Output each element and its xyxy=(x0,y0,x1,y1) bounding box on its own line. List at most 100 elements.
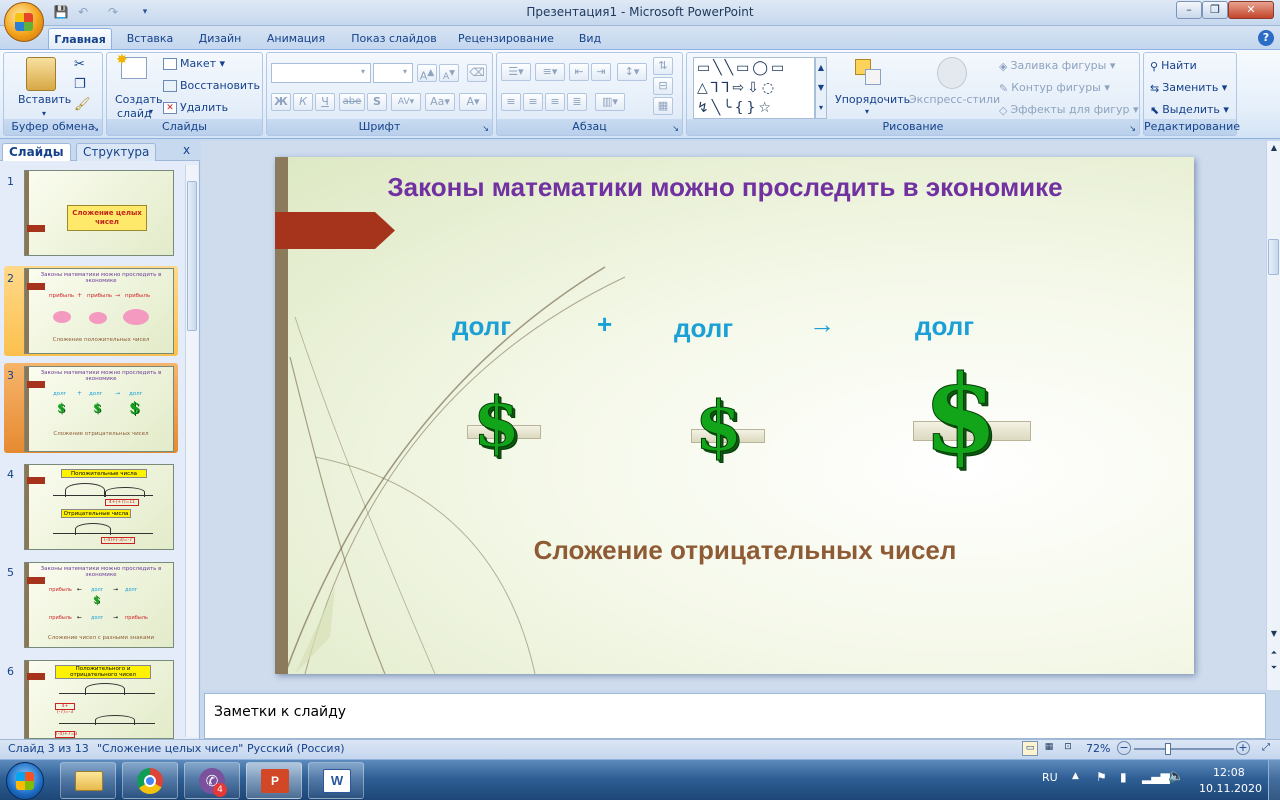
slide-thumbnail-1[interactable]: Сложение целых чисел xyxy=(24,170,174,256)
close-button[interactable]: ✕ xyxy=(1228,1,1274,19)
numbering-icon[interactable]: ≡▾ xyxy=(535,63,565,81)
slide-canvas[interactable]: Законы математики можно проследить в эко… xyxy=(275,157,1194,674)
replace-button[interactable]: ⇆ Заменить ▾ xyxy=(1150,81,1227,95)
find-button[interactable]: ⚲ Найти xyxy=(1150,59,1197,73)
slide-word-debt-1[interactable]: долг xyxy=(452,311,511,342)
zoom-level[interactable]: 72% xyxy=(1086,742,1110,755)
paste-dropdown-icon[interactable]: ▾ xyxy=(42,109,46,118)
status-language[interactable]: Русский (Россия) xyxy=(247,742,345,755)
zoom-in-icon[interactable]: + xyxy=(1236,741,1250,755)
slideshow-view-icon[interactable]: ⊡ xyxy=(1060,741,1076,756)
status-theme[interactable]: "Сложение целых чисел" xyxy=(97,742,243,755)
tray-language[interactable]: RU xyxy=(1042,771,1058,784)
dialog-launcher-icon[interactable]: ↘ xyxy=(672,124,679,133)
slide-word-debt-2[interactable]: долг xyxy=(674,313,733,344)
columns-icon[interactable]: ▥▾ xyxy=(595,93,625,111)
panel-scrollbar[interactable] xyxy=(185,165,198,737)
slide-sorter-icon[interactable]: ▦ xyxy=(1041,741,1057,756)
scroll-up-icon[interactable]: ▲ xyxy=(1268,141,1280,155)
dollar-image-3[interactable]: $ xyxy=(909,355,1039,483)
dollar-image-1[interactable]: $ xyxy=(433,385,543,471)
smartart-icon[interactable]: ▦ xyxy=(653,97,673,115)
dialog-launcher-icon[interactable]: ↘ xyxy=(92,124,99,133)
char-spacing-icon[interactable]: AV▾ xyxy=(391,93,421,111)
delete-button[interactable]: ✕ Удалить xyxy=(163,101,228,114)
shape-effects-button[interactable]: ◇ Эффекты для фигур ▾ xyxy=(999,103,1139,117)
slide-subtitle[interactable]: Сложение отрицательных чисел xyxy=(425,535,1065,566)
shadow-button[interactable]: S xyxy=(367,93,387,111)
paste-button[interactable]: Вставить xyxy=(18,93,71,106)
font-name-combobox[interactable] xyxy=(271,63,371,83)
taskbar-viber[interactable]: ✆ 4 xyxy=(184,762,240,799)
font-size-dropdown-icon[interactable]: ▾ xyxy=(403,67,407,76)
align-right-icon[interactable]: ≡ xyxy=(545,93,565,111)
shrink-font-icon[interactable]: A▼ xyxy=(439,64,459,82)
taskbar-chrome[interactable] xyxy=(122,762,178,799)
font-color-icon[interactable]: A▾ xyxy=(459,93,487,111)
help-icon[interactable]: ? xyxy=(1258,30,1274,46)
italic-button[interactable]: К xyxy=(293,93,313,111)
new-slide-button-line1[interactable]: Создать xyxy=(115,93,163,106)
tray-time[interactable]: 12:08 xyxy=(1213,766,1245,779)
normal-view-icon[interactable]: ▭ xyxy=(1022,741,1038,756)
increase-indent-icon[interactable]: ⇥ xyxy=(591,63,611,81)
arrange-button[interactable]: Упорядочить xyxy=(835,93,910,106)
line-spacing-icon[interactable]: ↕▾ xyxy=(617,63,647,81)
network-signal-icon[interactable]: ▂▄▆ xyxy=(1142,770,1170,784)
scroll-down-icon[interactable]: ▼ xyxy=(1268,627,1280,641)
office-button[interactable] xyxy=(4,2,44,42)
zoom-slider-track[interactable] xyxy=(1134,748,1234,750)
copy-icon[interactable]: ❐ xyxy=(74,77,86,92)
volume-icon[interactable]: 🔈 xyxy=(1168,769,1184,784)
new-slide-dropdown-icon[interactable]: ▾ xyxy=(149,107,153,116)
slide-thumbnail-2[interactable]: Законы математики можно проследить в эко… xyxy=(24,268,174,354)
bullets-icon[interactable]: ☰▾ xyxy=(501,63,531,81)
select-button[interactable]: ⬉ Выделить ▾ xyxy=(1150,103,1229,117)
fit-to-window-icon[interactable]: ⤢ xyxy=(1258,741,1274,756)
dialog-launcher-icon[interactable]: ↘ xyxy=(482,124,489,133)
tab-view[interactable]: Вид xyxy=(570,28,610,50)
taskbar-explorer[interactable] xyxy=(60,762,116,799)
strikethrough-button[interactable]: abe xyxy=(339,93,365,111)
slide-thumbnail-3[interactable]: Законы математики можно проследить в эко… xyxy=(24,366,174,452)
tab-review[interactable]: Рецензирование xyxy=(452,28,560,50)
zoom-slider-thumb[interactable] xyxy=(1165,743,1171,755)
slide-thumbnail-6[interactable]: Положительного и отрицательного чисел 4+… xyxy=(24,660,174,739)
decrease-indent-icon[interactable]: ⇤ xyxy=(569,63,589,81)
maximize-button[interactable]: ❐ xyxy=(1202,1,1228,19)
shapes-gallery-scroll[interactable]: ▲ ▼ ▾ xyxy=(815,57,827,119)
arrange-dropdown-icon[interactable]: ▾ xyxy=(865,107,869,116)
bold-button[interactable]: Ж xyxy=(271,93,291,111)
show-desktop-button[interactable] xyxy=(1268,760,1280,800)
font-name-dropdown-icon[interactable]: ▾ xyxy=(361,67,365,76)
align-text-icon[interactable]: ⊟ xyxy=(653,77,673,95)
slide-thumbnail-4[interactable]: Положительные числа 4+(+7)=11 Отрицатель… xyxy=(24,464,174,550)
dollar-image-2[interactable]: $ xyxy=(657,389,767,475)
shape-outline-button[interactable]: ✎ Контур фигуры ▾ xyxy=(999,81,1110,95)
tab-slides[interactable]: Слайды xyxy=(2,143,71,161)
taskbar-powerpoint[interactable]: P xyxy=(246,762,302,799)
dialog-launcher-icon[interactable]: ↘ xyxy=(1129,124,1136,133)
minimize-button[interactable]: – xyxy=(1176,1,1202,19)
tab-outline[interactable]: Структура xyxy=(76,143,157,161)
notes-pane[interactable]: Заметки к слайду xyxy=(204,693,1266,739)
grow-font-icon[interactable]: A▲ xyxy=(417,64,437,83)
quick-styles-button[interactable]: Экспресс-стили xyxy=(909,93,1000,106)
clear-format-icon[interactable]: ⌫ xyxy=(467,64,487,82)
action-center-flag-icon[interactable]: ⚑ xyxy=(1096,770,1107,784)
tab-animation[interactable]: Анимация xyxy=(258,28,334,50)
prev-slide-icon[interactable]: ⏶ xyxy=(1268,646,1280,660)
reset-button[interactable]: Восстановить xyxy=(163,79,260,92)
panel-close-button[interactable]: x xyxy=(183,143,190,157)
align-left-icon[interactable]: ≡ xyxy=(501,93,521,111)
slide-title[interactable]: Законы математики можно проследить в эко… xyxy=(385,169,1065,205)
next-slide-icon[interactable]: ⏷ xyxy=(1268,661,1280,675)
slide-word-debt-3[interactable]: долг xyxy=(915,311,974,342)
tab-slideshow[interactable]: Показ слайдов xyxy=(342,28,446,50)
tray-expand-icon[interactable]: ▲ xyxy=(1072,771,1079,781)
tab-design[interactable]: Дизайн xyxy=(190,28,250,50)
cut-icon[interactable]: ✂ xyxy=(74,57,85,72)
tab-home[interactable]: Главная xyxy=(48,28,112,50)
panel-scroll-thumb[interactable] xyxy=(187,181,197,331)
change-case-icon[interactable]: Aa▾ xyxy=(425,93,455,111)
